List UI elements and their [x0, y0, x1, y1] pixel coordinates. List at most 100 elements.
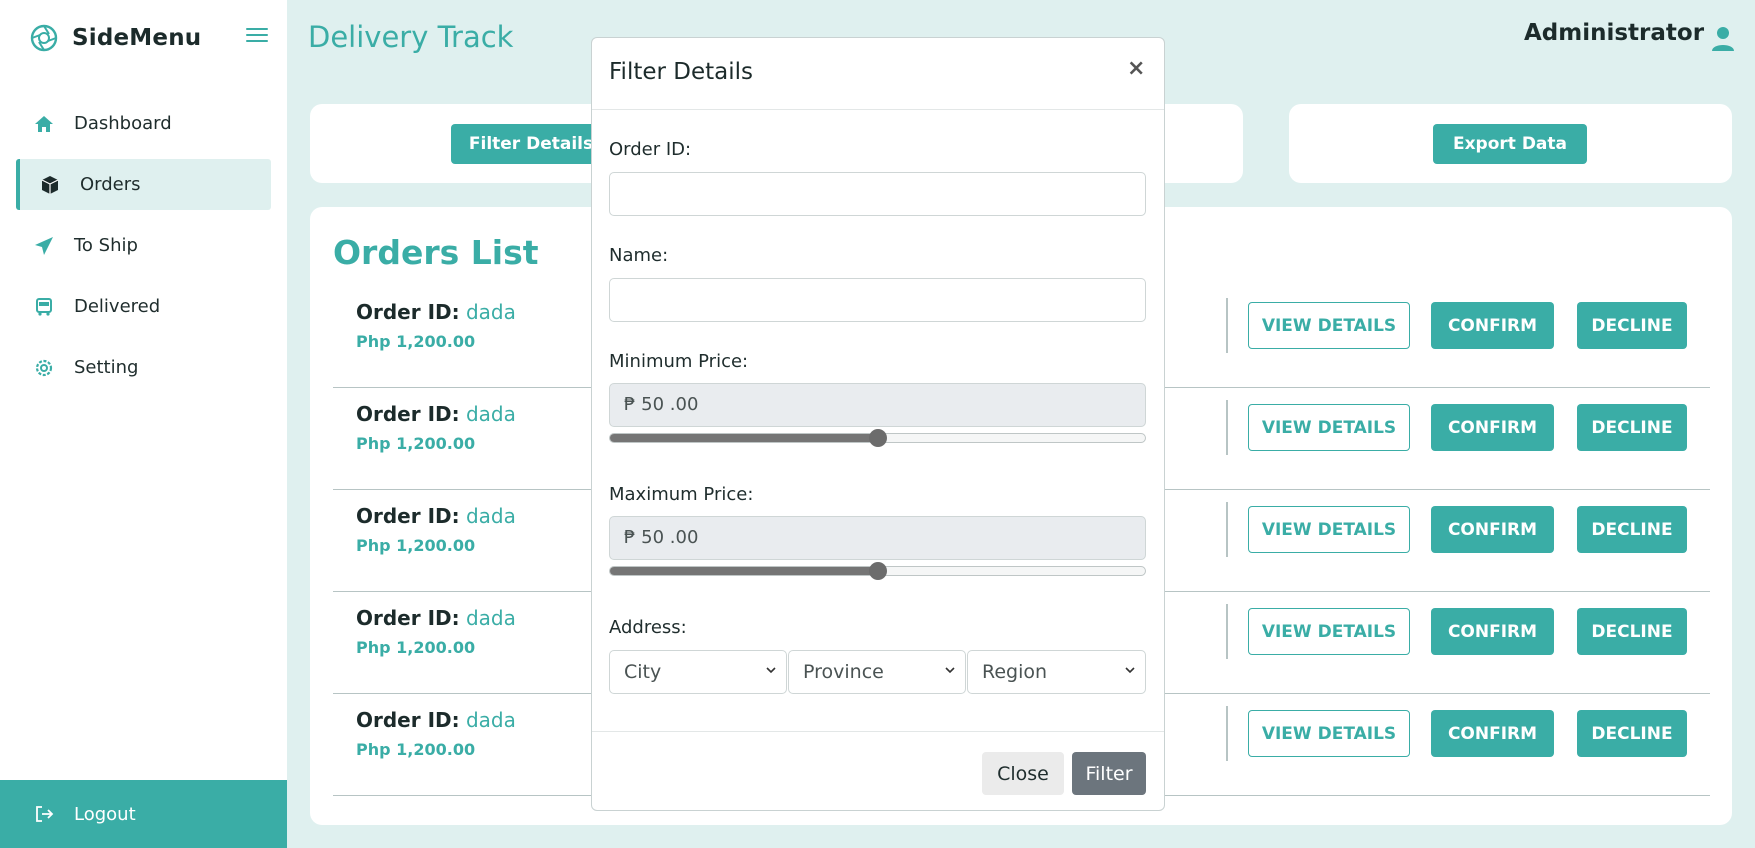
brand-name: SideMenu: [72, 25, 202, 51]
decline-button[interactable]: DECLINE: [1577, 710, 1687, 757]
decline-button[interactable]: DECLINE: [1577, 608, 1687, 655]
view-details-button[interactable]: VIEW DETAILS: [1248, 710, 1410, 757]
sidebar-item-delivered[interactable]: Delivered: [16, 281, 271, 332]
sidebar-item-dashboard[interactable]: Dashboard: [16, 98, 271, 149]
decline-button[interactable]: DECLINE: [1577, 302, 1687, 349]
confirm-button[interactable]: CONFIRM: [1431, 710, 1554, 757]
address-label: Address:: [609, 617, 687, 638]
max-price-slider[interactable]: [609, 562, 1146, 580]
min-price-label: Minimum Price:: [609, 351, 749, 372]
confirm-button[interactable]: CONFIRM: [1431, 302, 1554, 349]
divider: [1226, 298, 1228, 353]
sidebar-item-label: Delivered: [74, 296, 161, 317]
order-id-label: Order ID:: [356, 300, 460, 324]
export-card: Export Data: [1289, 104, 1732, 183]
export-data-button[interactable]: Export Data: [1433, 124, 1587, 164]
orders-title: Orders List: [333, 233, 539, 272]
sidebar-item-label: Dashboard: [74, 113, 172, 134]
order-id: Order ID: dada: [356, 606, 516, 630]
order-price: Php 1,200.00: [356, 332, 476, 351]
view-details-button[interactable]: VIEW DETAILS: [1248, 302, 1410, 349]
filter-details-button[interactable]: Filter Details: [451, 124, 611, 164]
view-details-button[interactable]: VIEW DETAILS: [1248, 404, 1410, 451]
view-details-button[interactable]: VIEW DETAILS: [1248, 506, 1410, 553]
divider: [1226, 400, 1228, 455]
order-id-label: Order ID:: [356, 708, 460, 732]
sidebar: SideMenu Dashboard Orders To Ship Delive…: [0, 0, 287, 848]
order-price: Php 1,200.00: [356, 434, 476, 453]
slider-thumb[interactable]: [868, 562, 887, 580]
order-id-value: dada: [465, 300, 516, 324]
city-select-value: City: [624, 661, 662, 683]
close-button[interactable]: Close: [982, 752, 1064, 795]
chevron-down-icon: [766, 667, 776, 674]
chevron-down-icon: [1125, 667, 1135, 674]
slider-fill: [610, 567, 878, 575]
logout-icon: [36, 806, 54, 822]
decline-button[interactable]: DECLINE: [1577, 404, 1687, 451]
order-id-input[interactable]: [609, 172, 1146, 216]
sidebar-item-label: Setting: [74, 357, 139, 378]
confirm-button[interactable]: CONFIRM: [1431, 404, 1554, 451]
order-id: Order ID: dada: [356, 504, 516, 528]
min-price-slider[interactable]: [609, 429, 1146, 447]
logout-button[interactable]: Logout: [0, 780, 287, 848]
sidebar-item-setting[interactable]: Setting: [16, 342, 271, 393]
box-icon: [40, 175, 60, 195]
order-id-label: Order ID:: [356, 504, 460, 528]
order-id-field-label: Order ID:: [609, 139, 692, 160]
sidebar-item-orders[interactable]: Orders: [16, 159, 271, 210]
aperture-logo-icon: [30, 24, 58, 52]
order-id-value: dada: [465, 708, 516, 732]
province-select[interactable]: Province: [788, 650, 966, 694]
name-field-label: Name:: [609, 245, 669, 266]
confirm-button[interactable]: CONFIRM: [1431, 506, 1554, 553]
paper-plane-icon: [34, 236, 54, 256]
filter-submit-button[interactable]: Filter: [1072, 752, 1146, 795]
order-id-label: Order ID:: [356, 402, 460, 426]
province-select-value: Province: [803, 661, 884, 683]
divider: [1226, 706, 1228, 761]
order-id: Order ID: dada: [356, 708, 516, 732]
max-price-label: Maximum Price:: [609, 484, 754, 505]
home-icon: [34, 114, 54, 134]
sidebar-nav: Dashboard Orders To Ship Delivered Setti…: [16, 98, 271, 403]
user-name: Administrator: [1524, 20, 1705, 46]
order-id: Order ID: dada: [356, 402, 516, 426]
close-icon[interactable]: ×: [1127, 56, 1145, 81]
filter-modal: Filter Details × Order ID: Name: Minimum…: [591, 37, 1165, 811]
modal-footer: Close Filter: [592, 731, 1164, 811]
truck-icon: [34, 297, 54, 317]
order-price: Php 1,200.00: [356, 638, 476, 657]
page-title: Delivery Track: [308, 20, 514, 54]
city-select[interactable]: City: [609, 650, 787, 694]
sidebar-item-label: Orders: [80, 174, 141, 195]
max-price-display: ₱ 50 .00: [609, 516, 1146, 560]
order-id-value: dada: [465, 606, 516, 630]
order-id-label: Order ID:: [356, 606, 460, 630]
order-id-value: dada: [465, 504, 516, 528]
divider: [1226, 502, 1228, 557]
sidebar-item-label: To Ship: [74, 235, 138, 256]
menu-toggle-icon[interactable]: [246, 28, 268, 46]
user-icon[interactable]: [1711, 26, 1735, 52]
order-id-value: dada: [465, 402, 516, 426]
modal-title: Filter Details: [609, 59, 754, 85]
modal-header: Filter Details ×: [592, 38, 1164, 110]
region-select[interactable]: Region: [967, 650, 1146, 694]
confirm-button[interactable]: CONFIRM: [1431, 608, 1554, 655]
order-price: Php 1,200.00: [356, 536, 476, 555]
chevron-down-icon: [945, 667, 955, 674]
gear-icon: [34, 358, 54, 378]
name-input[interactable]: [609, 278, 1146, 322]
divider: [1226, 604, 1228, 659]
region-select-value: Region: [982, 661, 1048, 683]
view-details-button[interactable]: VIEW DETAILS: [1248, 608, 1410, 655]
brand[interactable]: SideMenu: [30, 24, 201, 52]
decline-button[interactable]: DECLINE: [1577, 506, 1687, 553]
sidebar-item-to-ship[interactable]: To Ship: [16, 220, 271, 271]
order-price: Php 1,200.00: [356, 740, 476, 759]
slider-thumb[interactable]: [868, 429, 887, 447]
min-price-display: ₱ 50 .00: [609, 383, 1146, 427]
order-id: Order ID: dada: [356, 300, 516, 324]
